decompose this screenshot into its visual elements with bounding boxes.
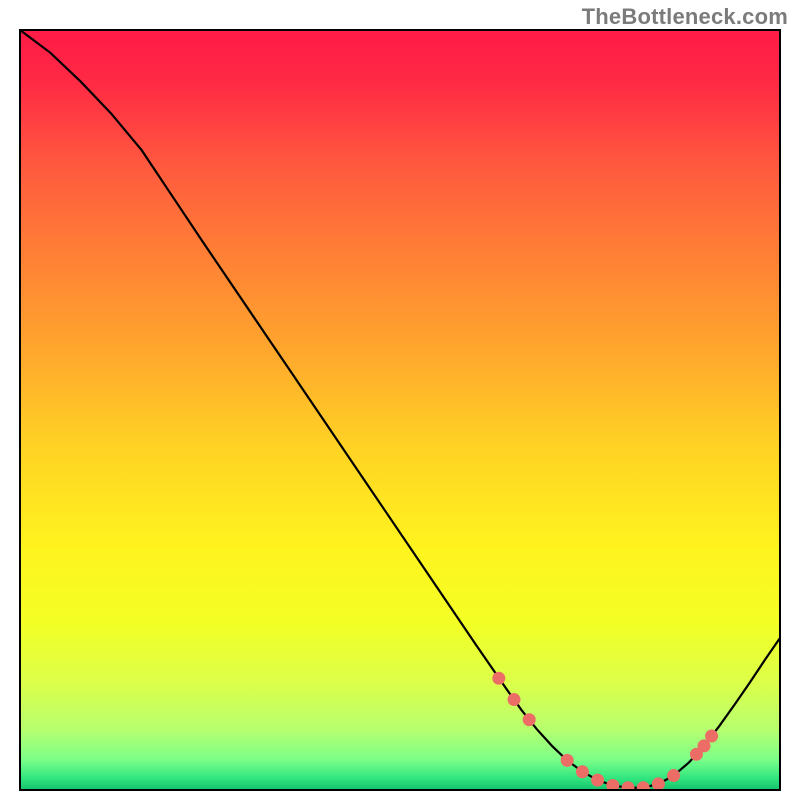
highlight-dot [508,694,520,706]
highlight-dot [652,778,664,790]
highlight-dot [592,774,604,786]
highlight-dot [576,766,588,778]
bottleneck-plot [0,0,800,800]
highlight-dot [668,770,680,782]
chart-stage: TheBottleneck.com [0,0,800,800]
highlight-dot [493,672,505,684]
highlight-dot [698,740,710,752]
watermark-text: TheBottleneck.com [582,4,788,30]
highlight-dot [561,754,573,766]
highlight-dot [622,782,634,794]
highlight-dot [706,730,718,742]
gradient-background [20,30,780,790]
highlight-dot [637,782,649,794]
highlight-dot [523,714,535,726]
